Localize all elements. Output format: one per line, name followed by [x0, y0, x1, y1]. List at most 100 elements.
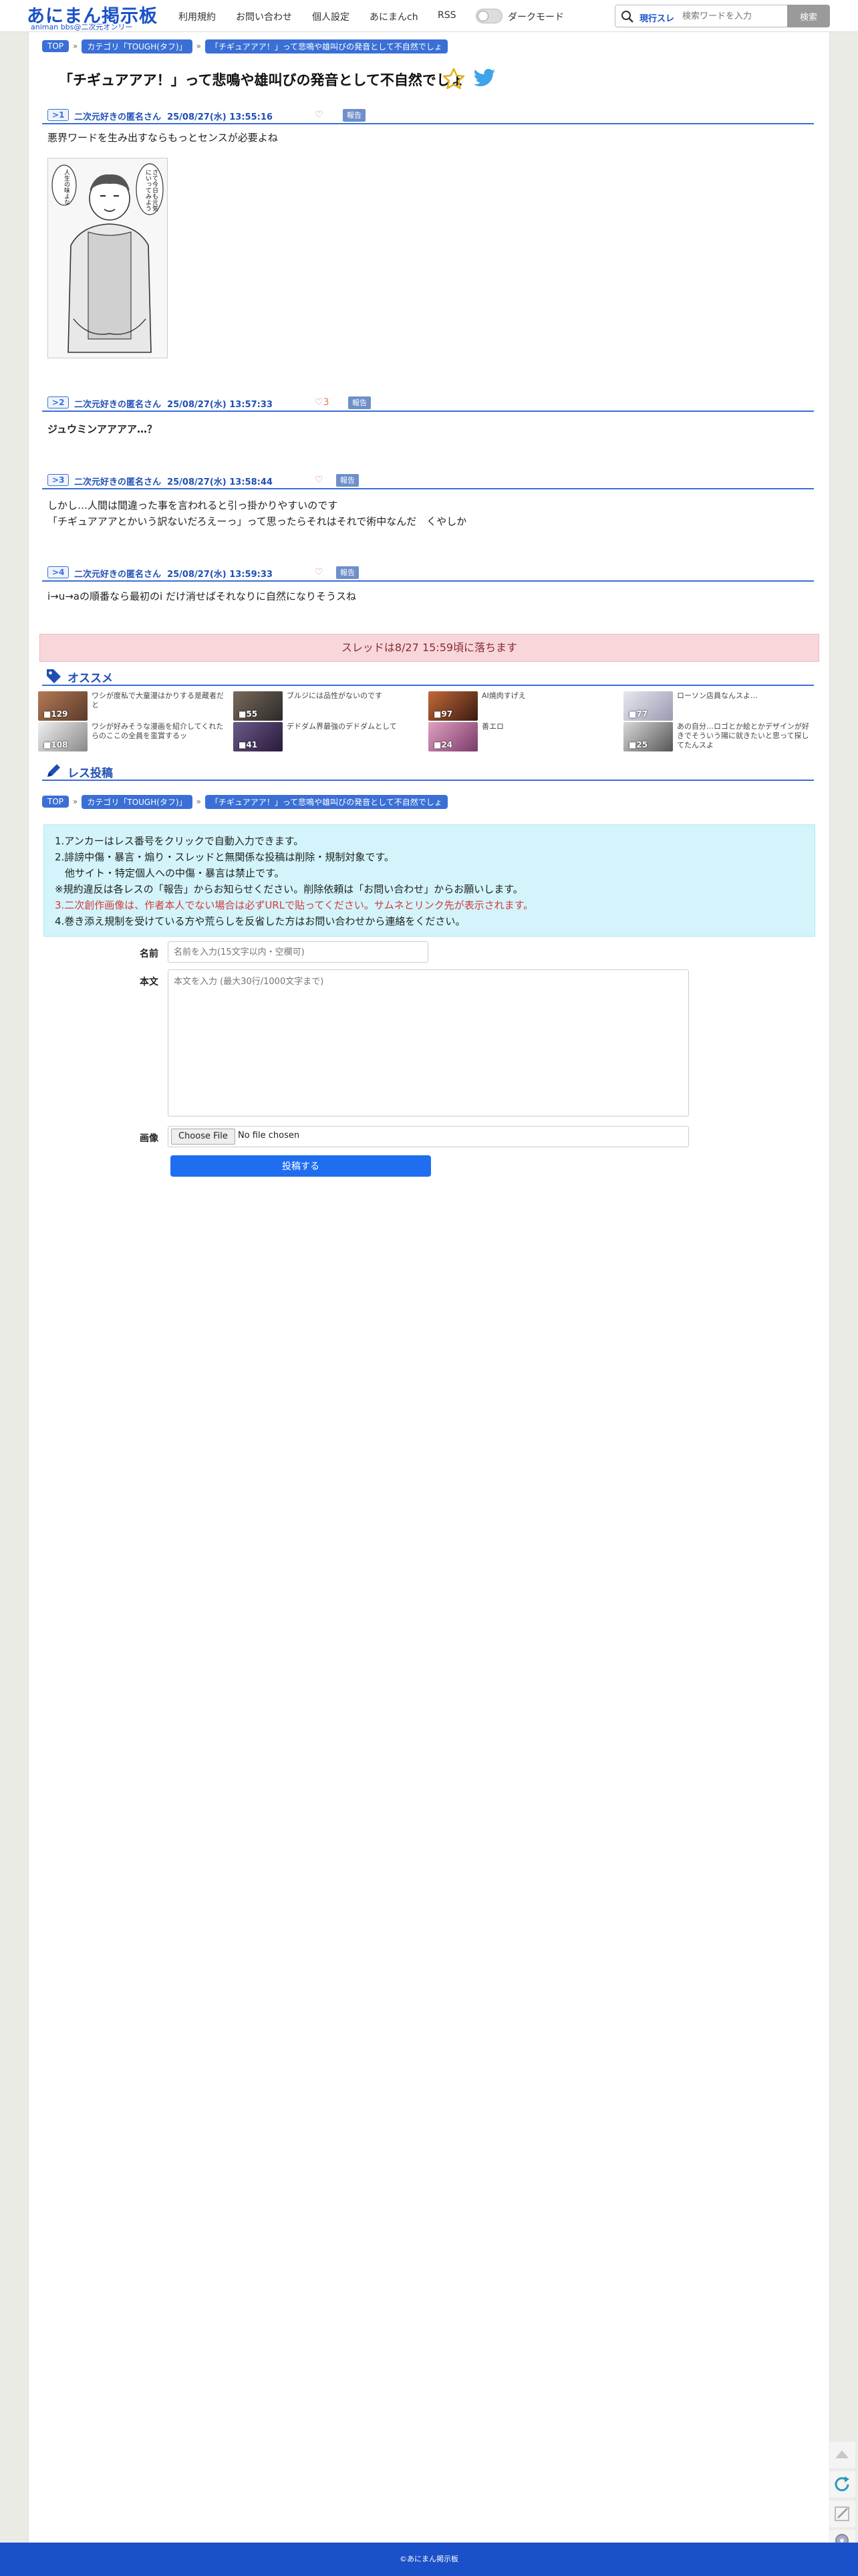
breadcrumb-separator: »	[196, 797, 201, 806]
heart-icon[interactable]: ♡	[315, 110, 323, 120]
post-meta: 二次元好きの匿名さん 25/08/27(水) 13:55:16	[74, 110, 273, 122]
nav-settings[interactable]: 個人設定	[312, 10, 349, 23]
recommend-header: オススメ	[42, 666, 814, 686]
post-author: 二次元好きの匿名さん	[74, 570, 162, 580]
nav-rss[interactable]: RSS	[438, 10, 456, 21]
post-number[interactable]: >4	[47, 566, 69, 578]
recommend-item-title: デドダム界最強のデドダムとして	[287, 722, 397, 731]
manga-bubble-text-right: さて今日も元気にいってみよう	[144, 169, 158, 211]
star-icon[interactable]	[442, 67, 466, 91]
dark-mode-toggle[interactable]	[476, 9, 503, 23]
report-button[interactable]: 報告	[336, 474, 359, 487]
recommend-count: 41	[246, 740, 258, 749]
recommend-item[interactable]: ■55 ブルジには品性がないのです	[233, 691, 427, 721]
thread-expire-notice: スレッドは8/27 15:59頃に落ちます	[39, 634, 819, 662]
name-field[interactable]	[168, 941, 428, 963]
body-textarea[interactable]	[168, 969, 689, 1117]
breadcrumb-top[interactable]: TOP	[42, 796, 69, 808]
post-body-2: ジュウミンアアアア…？	[47, 421, 157, 437]
post-meta: 二次元好きの匿名さん 25/08/27(水) 13:58:44	[74, 475, 273, 487]
post-date: 25/08/27(水) 13:55:16	[167, 112, 273, 122]
search-scope[interactable]: 現行スレ	[639, 11, 674, 24]
rule-line: 4.巻き添え規制を受けている方や荒らしを反省した方はお問い合わせから連絡をくださ…	[55, 915, 466, 927]
file-status: No file chosen	[238, 1131, 300, 1141]
post-header-1: >1 二次元好きの匿名さん 25/08/27(水) 13:55:16 ♡ 報告	[42, 107, 814, 124]
recommend-item[interactable]: ■77 ローソン店員なんスよ…	[623, 691, 817, 721]
nav-animanch[interactable]: あにまんch	[370, 10, 418, 23]
recommend-count: 25	[636, 740, 648, 749]
toggle-knob	[478, 11, 488, 21]
search-box: 現行スレ	[615, 5, 789, 27]
comment-icon: ■129	[43, 709, 68, 719]
comment-icon: ■24	[434, 740, 453, 749]
recommend-item[interactable]: ■24 善エロ	[428, 722, 622, 751]
breadcrumb-thread[interactable]: 「チギュアアア！」って悲鳴や雄叫びの発音として不自然でしょ	[204, 794, 448, 809]
rule-line: 他サイト・特定個人への中傷・暴言は禁止です。	[55, 867, 285, 879]
choose-file-button[interactable]: Choose File	[171, 1129, 235, 1145]
post-author: 二次元好きの匿名さん	[74, 477, 162, 487]
post-header-4: >4 二次元好きの匿名さん 25/08/27(水) 13:59:33 ♡ 報告	[42, 564, 814, 582]
like-count: 3	[323, 397, 329, 408]
recommend-item-title: あの自分…ロゴとか絵とかデザインが好きでそういう陽に就きたいと思って探してたんス…	[677, 722, 809, 749]
edit-icon	[835, 2506, 849, 2521]
report-button[interactable]: 報告	[348, 396, 371, 409]
reload-button[interactable]	[829, 2471, 855, 2498]
post-author: 二次元好きの匿名さん	[74, 112, 162, 122]
image-file-input: Choose File No file chosen	[168, 1126, 689, 1147]
gear-icon	[835, 2534, 849, 2547]
write-button[interactable]	[829, 2500, 855, 2527]
recommend-item-title: 善エロ	[482, 722, 504, 731]
scroll-top-button[interactable]	[829, 2442, 855, 2468]
recommend-count: 108	[51, 740, 68, 749]
report-button[interactable]: 報告	[336, 566, 359, 579]
breadcrumb-category[interactable]: カテゴリ「TOUGH(タフ)」	[82, 794, 192, 809]
search-button[interactable]: 検索	[787, 5, 830, 27]
post-body-1: 悪界ワードを生み出すならもっとセンスが必要よね	[47, 130, 278, 146]
post-date: 25/08/27(水) 13:59:33	[167, 570, 273, 580]
recommend-title: オススメ	[67, 672, 113, 685]
post-number-value: 1	[59, 110, 65, 120]
heart-icon[interactable]: ♡	[315, 475, 323, 485]
comment-icon: ■25	[629, 740, 648, 749]
up-arrow-icon	[835, 2450, 849, 2458]
recommend-item[interactable]: ■97 AI焼肉すげえ	[428, 691, 622, 721]
nav-contact[interactable]: お問い合わせ	[236, 10, 292, 23]
recommend-item[interactable]: ■108 ワシが好みそうな漫画を紹介してくれたらのここの全員を蛮賞するッ	[38, 722, 232, 751]
twitter-bird-icon[interactable]	[472, 68, 496, 90]
breadcrumb-top[interactable]: TOP	[42, 40, 69, 52]
report-button[interactable]: 報告	[343, 109, 366, 122]
recommend-item[interactable]: ■129 ワシが度私で大童漫はかりする是蔵者だと	[38, 691, 232, 721]
submit-post-button[interactable]: 投稿する	[170, 1155, 431, 1177]
heart-icon[interactable]: ♡	[315, 567, 323, 578]
site-logo[interactable]: あにまん掲示板 animan bbs@二次元オンリー	[27, 1, 167, 31]
settings-button[interactable]	[829, 2530, 855, 2547]
search-icon[interactable]	[621, 10, 634, 23]
recommend-count: 55	[246, 709, 258, 719]
nav-terms[interactable]: 利用規約	[178, 10, 216, 23]
post-date: 25/08/27(水) 13:57:33	[167, 400, 273, 410]
rule-line: 3.二次創作画像は、作者本人でない場合は必ずURLで貼ってください。サムネとリン…	[55, 899, 534, 911]
breadcrumb-category[interactable]: カテゴリ「TOUGH(タフ)」	[82, 39, 192, 53]
recommend-count: 24	[441, 740, 453, 749]
recommend-item[interactable]: ■41 デドダム界最強のデドダムとして	[233, 722, 427, 751]
search-input[interactable]	[682, 8, 782, 24]
reload-icon	[835, 2476, 849, 2492]
tag-icon	[47, 669, 61, 683]
site-footer: ©あにまん掲示板	[0, 2543, 858, 2576]
post-author: 二次元好きの匿名さん	[74, 400, 162, 410]
manga-bubble-text-left: 人生の味よな	[63, 169, 69, 205]
recommend-item[interactable]: ■25 あの自分…ロゴとか絵とかデザインが好きでそういう陽に就きたいと思って探し…	[623, 722, 817, 751]
manga-panel-image[interactable]: 人生の味よな さて今日も元気にいってみよう	[47, 158, 168, 358]
heart-icon[interactable]: ♡3	[315, 397, 329, 408]
dark-mode-label: ダークモード	[508, 12, 564, 23]
post-number[interactable]: >3	[47, 474, 69, 486]
post-number[interactable]: >2	[47, 396, 69, 408]
post-line: 「チギュアアアとかいう訳ないだろえーっ」って思ったらそれはそれで術中なんだ くや…	[47, 515, 467, 528]
rule-line: 2.誹謗中傷・暴言・煽り・スレッドと無関係な投稿は削除・規制対象です。	[55, 851, 394, 863]
breadcrumb-bottom: TOP » カテゴリ「TOUGH(タフ)」 » 「チギュアアア！」って悲鳴や雄叫…	[42, 794, 448, 809]
post-line: 悪界ワードを生み出すならもっとセンスが必要よね	[47, 132, 278, 144]
rule-line: 1.アンカーはレス番号をクリックで自動入力できます。	[55, 835, 304, 847]
post-number[interactable]: >1	[47, 109, 69, 121]
logo-sub-text: animan bbs@二次元オンリー	[31, 23, 133, 31]
breadcrumb-thread[interactable]: 「チギュアアア！」って悲鳴や雄叫びの発音として不自然でしょ	[204, 39, 448, 53]
